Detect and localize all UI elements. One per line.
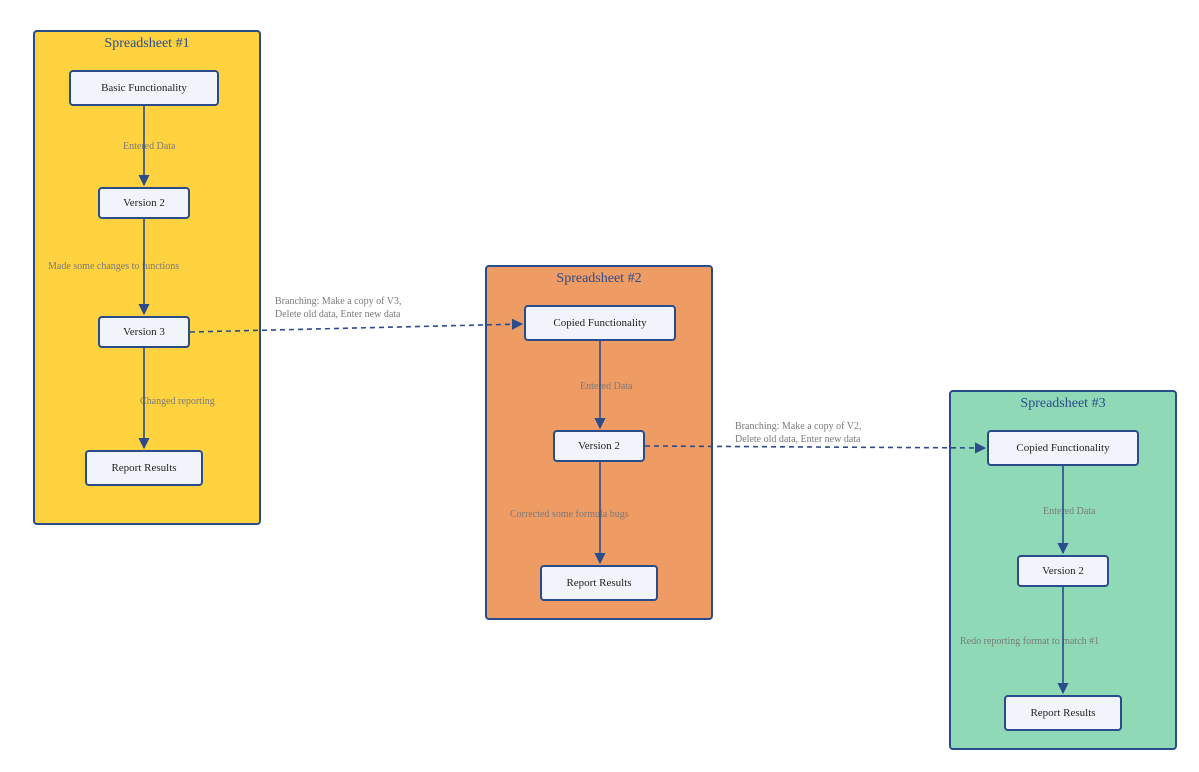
edge-s1-changes: Made some changes to functions bbox=[48, 260, 179, 273]
node-s2-report: Report Results bbox=[540, 565, 658, 601]
node-s3-version2: Version 2 bbox=[1017, 555, 1109, 587]
node-s3-report: Report Results bbox=[1004, 695, 1122, 731]
node-s1-version2: Version 2 bbox=[98, 187, 190, 219]
edge-s1-changed-reporting: Changed reporting bbox=[140, 395, 215, 408]
edge-s3-redo: Redo reporting format to match #1 bbox=[960, 635, 1099, 648]
branch-1-label: Branching: Make a copy of V3, Delete old… bbox=[275, 295, 401, 321]
spreadsheet-2-title: Spreadsheet #2 bbox=[556, 271, 641, 287]
spreadsheet-1-title: Spreadsheet #1 bbox=[104, 36, 189, 52]
node-basic-functionality: Basic Functionality bbox=[69, 70, 219, 106]
edge-s1-entered-data: Entered Data bbox=[123, 140, 175, 153]
spreadsheet-3-title: Spreadsheet #3 bbox=[1020, 396, 1105, 412]
edge-s2-entered-data: Entered Data bbox=[580, 380, 632, 393]
node-s3-copied: Copied Functionality bbox=[987, 430, 1139, 466]
edge-s2-corrected: Corrected some formula bugs bbox=[510, 508, 629, 521]
node-s2-version2: Version 2 bbox=[553, 430, 645, 462]
node-s1-version3: Version 3 bbox=[98, 316, 190, 348]
node-s2-copied: Copied Functionality bbox=[524, 305, 676, 341]
edge-s3-entered-data: Entered Data bbox=[1043, 505, 1095, 518]
branch-2-label: Branching: Make a copy of V2, Delete old… bbox=[735, 420, 861, 446]
node-s1-report: Report Results bbox=[85, 450, 203, 486]
